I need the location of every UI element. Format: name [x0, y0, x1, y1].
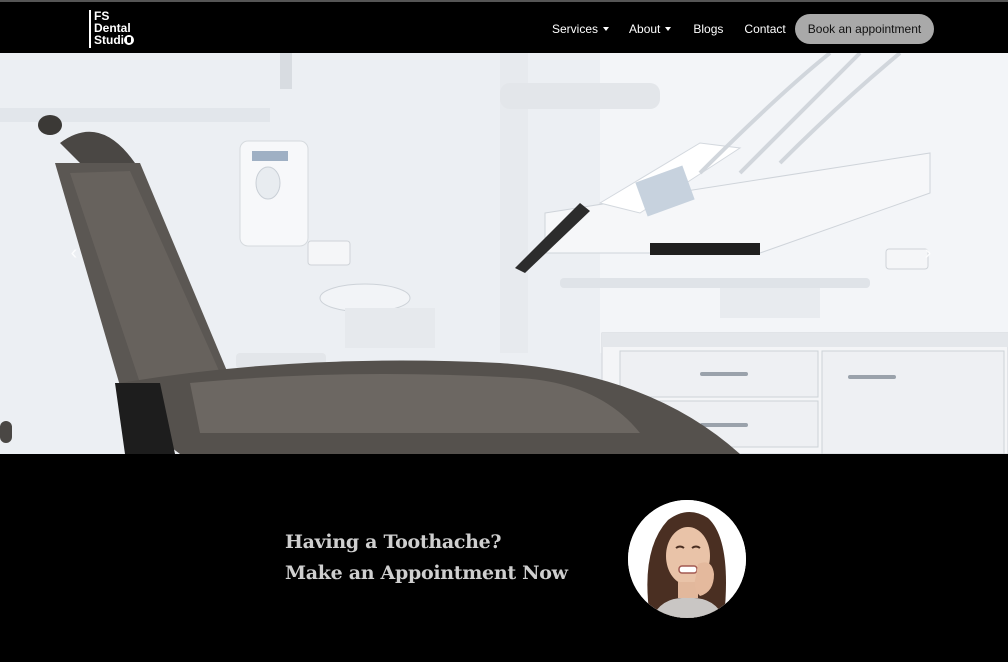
cta-line-2: Make an Appointment Now — [285, 562, 568, 584]
cta-line-1: Having a Toothache? — [285, 531, 502, 553]
navbar: FS Dental Studi Services About Blogs Con… — [0, 0, 1008, 53]
book-appointment-button[interactable]: Book an appointment — [795, 14, 934, 44]
caret-down-icon — [665, 26, 672, 31]
nav-about-label: About — [629, 21, 661, 36]
main-nav: Services About Blogs Contact — [552, 2, 786, 55]
nav-contact[interactable]: Contact — [744, 22, 785, 36]
brand-logo[interactable]: FS Dental Studi — [89, 10, 134, 48]
dental-chair-clinic-photo — [0, 53, 1008, 454]
cta-heading: Having a Toothache? Make an Appointment … — [285, 527, 568, 589]
nav-services-label: Services — [552, 21, 599, 36]
nav-blogs[interactable]: Blogs — [693, 22, 723, 36]
nav-about[interactable]: About — [629, 21, 672, 36]
brand-line-3: Studi — [94, 33, 124, 47]
carousel-next-icon[interactable]: › — [918, 233, 938, 273]
hero-carousel: ‹ › — [0, 53, 1008, 454]
caret-down-icon — [603, 26, 610, 31]
nav-services[interactable]: Services — [552, 21, 610, 36]
woman-with-toothache-photo — [628, 500, 746, 618]
appointment-cta: Having a Toothache? Make an Appointment … — [0, 454, 1008, 662]
tooth-icon — [124, 35, 134, 45]
carousel-prev-icon[interactable]: ‹ — [64, 233, 84, 273]
